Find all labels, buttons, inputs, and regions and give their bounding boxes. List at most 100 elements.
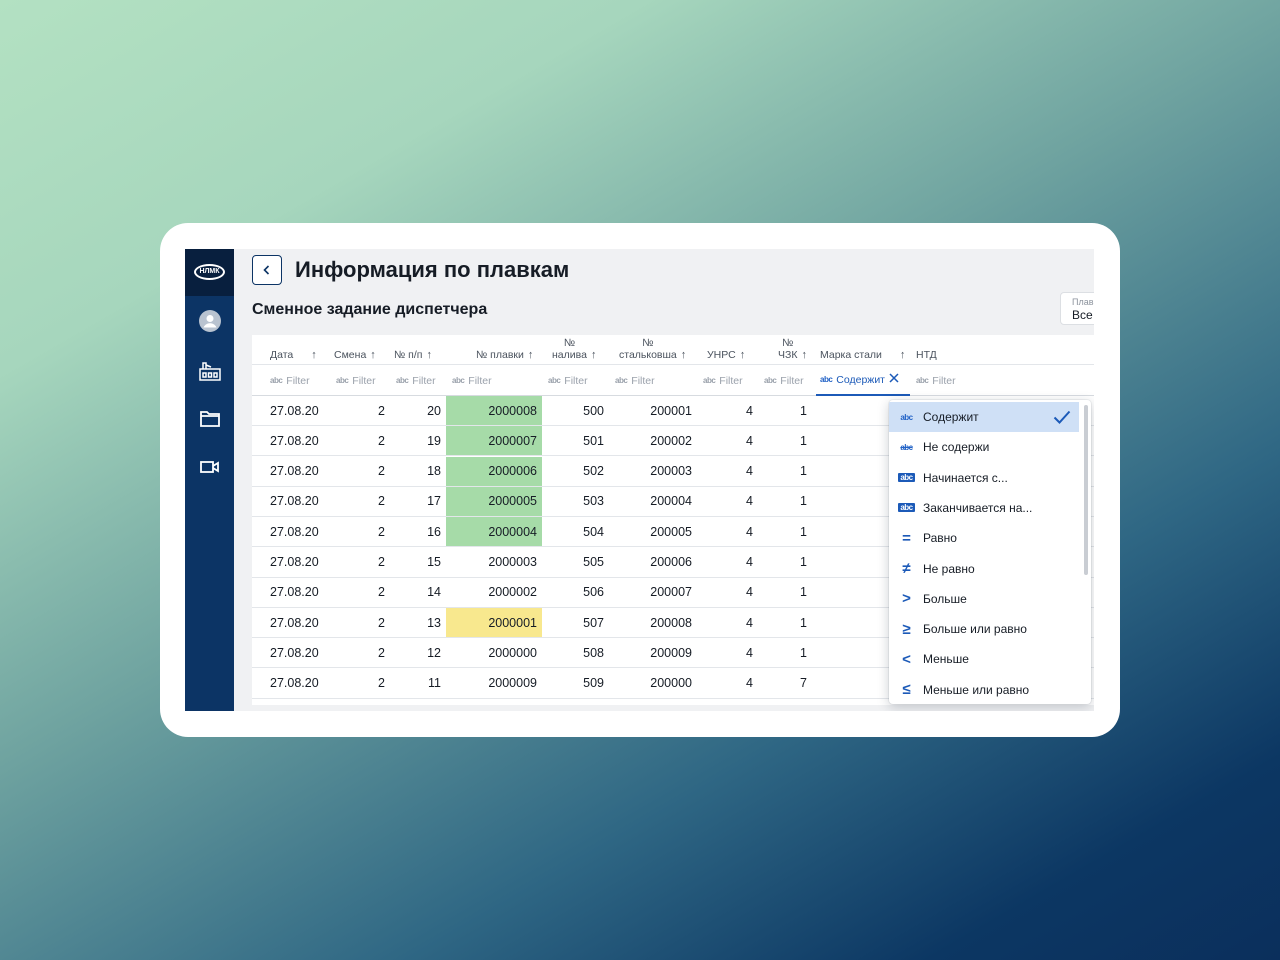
cell-ladle-num: 200001 — [650, 403, 692, 418]
filter-placeholder: Filter — [352, 374, 376, 387]
column-header-ntd[interactable]: НТД — [910, 335, 1094, 365]
main-content: Информация по плавкам Сменное задание ди… — [234, 249, 1094, 711]
sort-arrow-icon[interactable]: ↑ — [311, 349, 317, 361]
column-header-label: УНРС — [707, 349, 736, 361]
filter-option-contains[interactable]: abc Содержит — [889, 402, 1079, 432]
column-header-steel-grade[interactable]: Марка стали ↑ — [812, 335, 910, 365]
filter-placeholder: Filter — [286, 374, 310, 387]
column-filter-ladle-num[interactable]: abc Filter — [615, 365, 655, 396]
column-header-label: № п/п — [394, 349, 423, 361]
filter-option-ends-with[interactable]: abc Заканчивается на... — [889, 493, 1079, 523]
clear-filter-icon[interactable] — [889, 373, 899, 386]
cell-unrs: 4 — [746, 524, 753, 539]
cell-czk-num: 7 — [800, 676, 807, 691]
cell-num: 20 — [427, 403, 441, 418]
column-filter-unrs[interactable]: abc Filter — [703, 365, 743, 396]
sort-arrow-icon[interactable]: ↑ — [591, 349, 597, 361]
cell-ladle-num: 200006 — [650, 555, 692, 569]
nlmk-logo[interactable]: НЛМК — [194, 264, 225, 280]
column-header-pour-num[interactable]: № налива ↑ — [542, 335, 609, 365]
cell-ladle-num: 200007 — [650, 585, 692, 600]
cell-czk-num: 1 — [800, 494, 807, 509]
column-filter-heat-num[interactable]: abc Filter — [452, 365, 492, 396]
filter-option-label: Не содержи — [923, 440, 990, 455]
cell-num: 19 — [427, 433, 441, 448]
cell-unrs: 4 — [746, 403, 753, 418]
cell-czk-num: 1 — [800, 615, 807, 630]
sort-arrow-icon[interactable]: ↑ — [900, 349, 906, 361]
cell-heat-num: 2000003 — [488, 555, 537, 569]
cell-date: 27.08.20 — [270, 676, 319, 691]
filter-option-less-or-equal[interactable]: ≤ Меньше или равно — [889, 675, 1079, 704]
filter-option-less-than[interactable]: < Меньше — [889, 644, 1079, 674]
filter-option-label: Заканчивается на... — [923, 500, 1033, 515]
column-header-ladle-num[interactable]: № стальковша ↑ — [609, 335, 697, 365]
filter-option-not-contains[interactable]: abc Не содержи — [889, 432, 1079, 462]
screenshot-card: НЛМК Информация по плавкам Сменное задан… — [160, 223, 1120, 737]
sort-arrow-icon[interactable]: ↑ — [528, 349, 534, 361]
filter-option-label: Содержит — [923, 410, 979, 424]
column-filter-date[interactable]: abc Filter — [270, 365, 310, 396]
column-header-unrs[interactable]: УНРС ↑ — [697, 335, 758, 365]
column-header-num[interactable]: № п/п ↑ — [390, 335, 446, 365]
dropdown-scrollbar[interactable] — [1084, 405, 1088, 575]
cell-czk-num: 1 — [800, 433, 807, 448]
logo-area: НЛМК — [185, 249, 234, 296]
column-header-label: № налива — [552, 337, 587, 361]
cell-heat-num: 2000007 — [446, 426, 542, 456]
sort-arrow-icon[interactable]: ↑ — [426, 349, 432, 361]
sort-arrow-icon[interactable]: ↑ — [370, 349, 376, 361]
text-filter-icon: abc — [548, 376, 561, 385]
cell-unrs: 4 — [746, 676, 753, 691]
filter-option-greater-or-equal[interactable]: ≥ Больше или равно — [889, 614, 1079, 644]
column-filter-num[interactable]: abc Filter — [396, 365, 436, 396]
folder-icon[interactable] — [198, 407, 222, 431]
filter-placeholder: Filter — [780, 374, 804, 387]
cell-heat-num: 2000001 — [446, 608, 542, 638]
video-camera-icon[interactable] — [198, 455, 222, 479]
column-header-date[interactable]: Дата ↑ — [252, 335, 330, 365]
cell-ladle-num: 200009 — [650, 645, 692, 660]
sort-arrow-icon[interactable]: ↑ — [681, 349, 687, 361]
cell-date: 27.08.20 — [270, 433, 319, 448]
cell-shift: 2 — [378, 403, 385, 418]
text-filter-icon: abc — [820, 375, 833, 384]
page-title: Информация по плавкам — [295, 257, 570, 282]
cell-pour-num: 508 — [583, 645, 604, 660]
cell-date: 27.08.20 — [270, 615, 319, 630]
column-header-heat-num[interactable]: № плавки ↑ — [446, 335, 542, 365]
app-window: НЛМК Информация по плавкам Сменное задан… — [185, 249, 1094, 711]
column-header-label-line: № — [782, 337, 794, 349]
cell-czk-num: 1 — [800, 524, 807, 539]
column-filter-pour-num[interactable]: abc Filter — [548, 365, 588, 396]
column-filter-ntd[interactable]: abc Filter — [916, 365, 956, 396]
column-filter-czk-num[interactable]: abc Filter — [764, 365, 804, 396]
back-button[interactable] — [252, 255, 282, 285]
filter-option-starts-with[interactable]: abc Начинается с... — [889, 463, 1079, 493]
text-filter-icon: abc — [270, 376, 283, 385]
cell-czk-num: 1 — [800, 555, 807, 569]
filter-option-greater-than[interactable]: > Больше — [889, 584, 1079, 614]
column-header-shift[interactable]: Смена ↑ — [330, 335, 390, 365]
column-header-czk-num[interactable]: № ЧЗК ↑ — [758, 335, 812, 365]
cell-pour-num: 509 — [583, 676, 604, 691]
column-filter-shift[interactable]: abc Filter — [336, 365, 376, 396]
plav-select[interactable]: Плав Все — [1060, 292, 1094, 325]
column-filter-steel-grade[interactable]: abc Содержит — [816, 365, 910, 396]
cell-ladle-num: 200005 — [650, 524, 692, 539]
filter-option-equals[interactable]: = Равно — [889, 523, 1079, 553]
column-header-label-line: стальковша — [619, 349, 677, 361]
user-avatar-icon[interactable] — [198, 309, 222, 333]
cell-date: 27.08.20 — [270, 645, 319, 660]
cell-num: 15 — [427, 555, 441, 569]
cell-num: 14 — [427, 585, 441, 600]
column-header-label-line: ЧЗК — [778, 349, 798, 361]
sort-arrow-icon[interactable]: ↑ — [801, 349, 807, 361]
sort-arrow-icon[interactable]: ↑ — [740, 349, 746, 361]
factory-icon[interactable] — [198, 359, 222, 383]
column-header-label-line: № — [642, 337, 654, 349]
filter-option-label: Меньше — [923, 652, 969, 667]
cell-unrs: 4 — [746, 615, 753, 630]
filter-option-not-equals[interactable]: ≠ Не равно — [889, 554, 1079, 584]
horizontal-scrollbar[interactable] — [252, 705, 1094, 711]
